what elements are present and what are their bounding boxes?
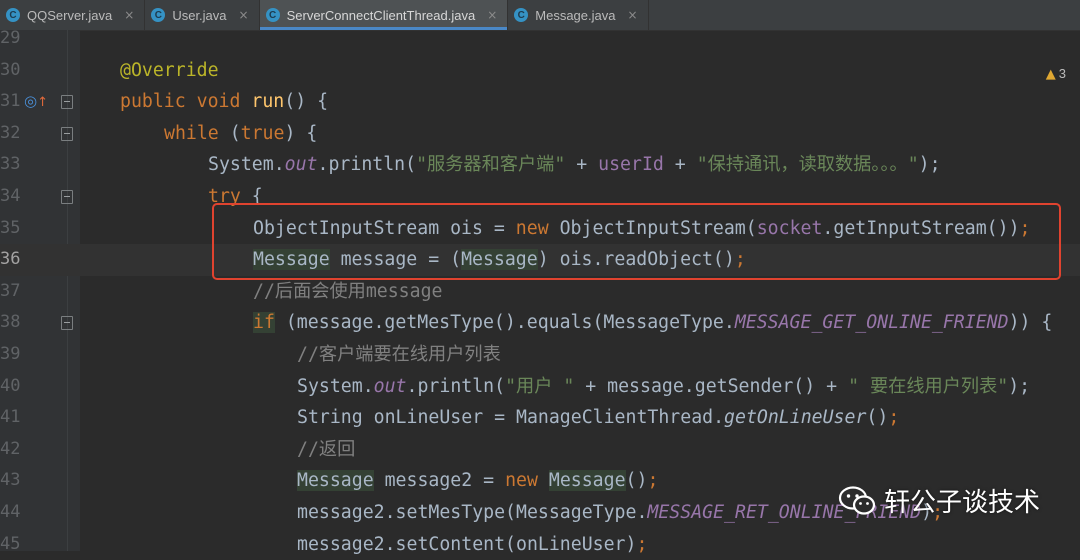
code-line: 33 System.out.println("服务器和客户端" + userId… [0,149,1080,181]
code-line: 39 //客户端要在线用户列表 [0,339,1080,371]
code-text: public void run() { [120,91,329,113]
code-text: System.out.println("用户 " + message.getSe… [297,375,1031,397]
code-text: @Override [120,59,219,81]
tab-label: Message.java [535,7,616,23]
fold-toggle-icon[interactable] [61,95,73,110]
line-number: 37 [0,280,21,301]
fold-toggle-icon[interactable] [61,126,73,141]
line-number: 29 [0,28,21,48]
line-number: 35 [0,217,21,238]
line-number: 33 [0,154,21,175]
code-line: 30 @Override [0,55,1080,87]
code-line: 38 if (message.getMesType().equals(Messa… [0,307,1080,339]
code-line: 31 ◎↑ public void run() { [0,86,1080,118]
line-number: 30 [0,59,21,80]
code-text: Message message2 = new Message(); [297,470,659,492]
watermark: 轩公子谈技术 [838,482,1040,519]
line-number: 45 [0,533,21,554]
tab-label: QQServer.java [27,7,113,23]
code-comment: //后面会使用message [253,280,443,302]
fold-toggle-icon[interactable] [61,190,73,204]
code-text: if (message.getMesType().equals(MessageT… [253,312,1053,334]
code-line: 29 [0,23,1080,55]
code-line: 32 while (true) { [0,118,1080,150]
tab-label: User.java [172,7,227,23]
line-number: 44 [0,502,21,522]
code-line: 42 //返回 [0,434,1080,466]
tab-label: ServerConnectClientThread.java [286,7,476,23]
line-number: 39 [0,344,21,364]
java-class-icon: C [151,8,166,22]
line-number: 31 [0,91,21,112]
line-number: 41 [0,407,21,428]
code-line: 40 System.out.println("用户 " + message.ge… [0,371,1080,403]
override-method-icon[interactable]: ◎↑ [24,92,48,110]
code-editor[interactable]: ▲ 3 29 30 @Override 31 ◎↑ public void run… [0,28,1080,555]
code-line: 45 message2.setContent(onLineUser); [0,529,1080,560]
line-number: 43 [0,470,21,491]
line-number: 32 [0,122,21,143]
line-number: 36 [0,249,21,270]
watermark-text: 轩公子谈技术 [884,488,1041,518]
java-class-icon: C [265,8,280,22]
code-text: while (true) { [164,122,318,144]
close-tab-icon[interactable]: × [487,8,497,22]
line-number: 34 [0,186,21,206]
wechat-icon [838,485,876,515]
close-tab-icon[interactable]: × [124,8,134,22]
code-text: System.out.println("服务器和客户端" + userId + … [208,154,941,176]
code-text: String onLineUser = ManageClientThread.g… [297,407,900,429]
close-tab-icon[interactable]: × [627,8,637,22]
code-text: message2.setContent(onLineUser); [297,533,648,555]
line-number: 38 [0,312,21,333]
line-number: 40 [0,375,21,396]
fold-toggle-icon[interactable] [61,316,73,331]
code-line: 41 String onLineUser = ManageClientThrea… [0,402,1080,434]
code-comment: //客户端要在线用户列表 [297,344,501,365]
line-number: 42 [0,438,21,459]
code-comment: //返回 [297,438,356,460]
java-class-icon: C [6,8,20,22]
code-line: 37 //后面会使用message [0,276,1080,308]
java-class-icon: C [514,8,529,22]
close-tab-icon[interactable]: × [239,8,249,22]
highlight-annotation-box [212,203,1061,280]
